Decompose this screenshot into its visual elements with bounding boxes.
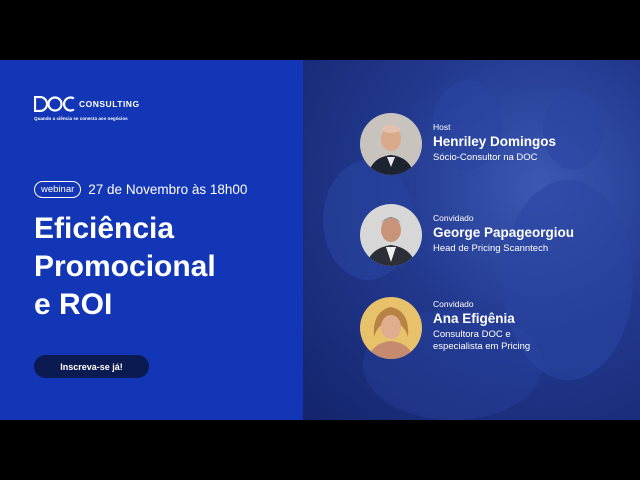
- logo: CONSULTING: [34, 96, 140, 112]
- speaker-role: Host: [433, 122, 451, 132]
- speaker-job: Head de Pricing Scanntech: [433, 243, 549, 254]
- speaker-job-line-1: Consultora DOC e: [433, 329, 511, 340]
- speaker-name: Henriley Domingos: [433, 134, 557, 149]
- webinar-date: 27 de Novembro às 18h00: [88, 182, 248, 197]
- speaker-job-line-2: especialista em Pricing: [433, 341, 531, 352]
- title-line-1: Eficiência: [34, 212, 175, 245]
- speaker-info-1: Host Henriley Domingos Sócio-Consultor n…: [433, 122, 556, 164]
- speaker-info-2: Convidado George Papageorgiou Head de Pr…: [433, 213, 574, 255]
- speaker-photo-george: [360, 204, 422, 266]
- logo-consulting-text: CONSULTING: [79, 99, 140, 109]
- title-line-2: Promocional: [34, 250, 216, 283]
- title-line-3: e ROI: [34, 288, 113, 321]
- speaker-photo-henriley: [360, 113, 422, 175]
- signup-button[interactable]: Inscreva-se já!: [34, 355, 149, 378]
- doc-logo-icon: [34, 96, 76, 112]
- speaker-role: Convidado: [433, 213, 474, 223]
- speaker-name: George Papageorgiou: [433, 225, 575, 240]
- speaker-role: Convidado: [433, 299, 474, 309]
- page-title: Eficiência Promocional e ROI: [34, 210, 216, 324]
- logo-tagline: Quando a ciência se conecta aos negócios: [34, 116, 128, 121]
- speaker-info-3: Convidado Ana Efigênia Consultora DOC e …: [433, 299, 530, 353]
- webinar-info: webinar 27 de Novembro às 18h00: [34, 181, 247, 198]
- speaker-name: Ana Efigênia: [433, 311, 515, 326]
- webinar-banner: CONSULTING Quando a ciência se conecta a…: [0, 60, 640, 420]
- speaker-job: Sócio-Consultor na DOC: [433, 152, 538, 163]
- webinar-badge: webinar: [34, 181, 82, 198]
- speaker-photo-ana: [360, 297, 422, 359]
- speaker-job: Consultora DOC e especialista em Pricing: [433, 329, 530, 353]
- left-panel: CONSULTING Quando a ciência se conecta a…: [0, 60, 303, 420]
